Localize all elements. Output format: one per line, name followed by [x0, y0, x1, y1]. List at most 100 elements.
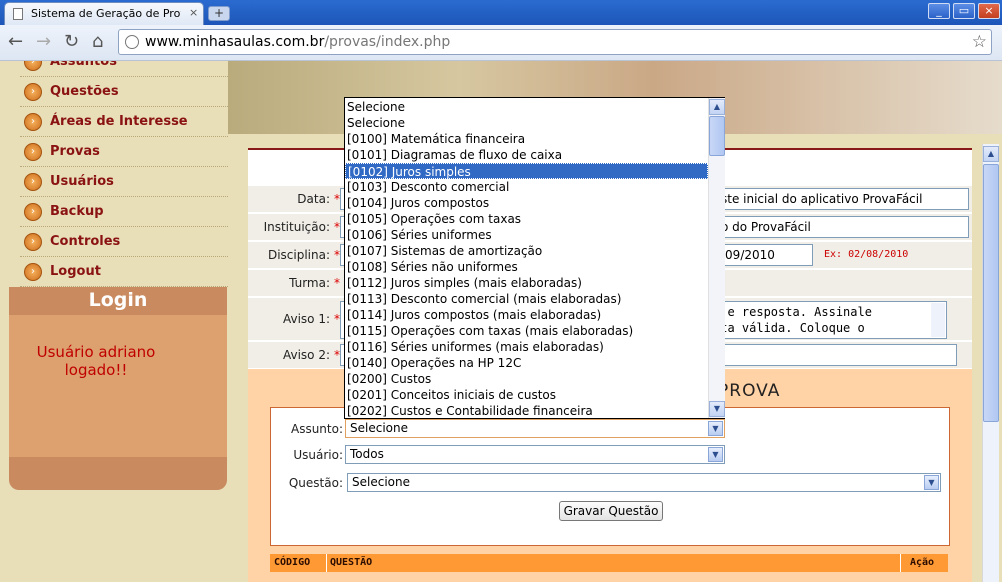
dropdown-option[interactable]: [0113] Desconto comercial (mais elaborad… — [345, 291, 708, 307]
data-label: Data: — [297, 192, 330, 206]
back-arrow-icon[interactable]: ← — [8, 32, 23, 52]
dropdown-option[interactable]: [0112] Juros simples (mais elaboradas) — [345, 275, 708, 291]
dropdown-option[interactable]: [0104] Juros compostos — [345, 195, 708, 211]
dropdown-option[interactable]: [0200] Custos — [345, 371, 708, 387]
assunto-dropdown-list[interactable]: Selecione Selecione [0100] Matemática fina… — [344, 97, 725, 419]
dropdown-option[interactable]: [0107] Sistemas de amortização — [345, 243, 708, 259]
sidebar-item-label: Backup — [50, 204, 104, 219]
chevron-right-icon: › — [24, 203, 42, 221]
required-marker: * — [334, 276, 340, 290]
chevron-right-icon: › — [24, 173, 42, 191]
aviso1-value: o e resposta. Assinale sta válida. Coloq… — [713, 305, 872, 335]
address-host: www.minhasaulas.com.br — [145, 34, 325, 50]
dropdown-option[interactable]: [0202] Custos e Contabilidade financeira — [345, 403, 708, 419]
page-icon — [13, 8, 23, 20]
scroll-down-icon[interactable]: ▼ — [709, 401, 725, 417]
gravar-questao-button[interactable]: Gravar Questão — [559, 501, 663, 521]
chevron-right-icon: › — [24, 83, 42, 101]
dropdown-option[interactable]: [0201] Conceitos iniciais de custos — [345, 387, 708, 403]
chevron-right-icon: › — [24, 233, 42, 251]
col-acao: Ação — [910, 557, 935, 568]
instituicao-label: Instituição: — [263, 220, 330, 234]
usuario-label: Usuário: — [293, 448, 343, 462]
questao-value: Selecione — [352, 475, 410, 489]
questao-row: Questão: Selecione ▼ — [271, 472, 951, 494]
prova-title: PROVA — [718, 381, 781, 401]
dropdown-scrollbar[interactable]: ▲ ▼ — [708, 98, 725, 418]
sidebar-item-questoes[interactable]: › Questões — [20, 77, 228, 107]
sidebar-item-label: Logout — [50, 264, 101, 279]
reload-icon[interactable]: ↻ — [64, 32, 79, 52]
dropdown-option[interactable]: [0100] Matemática financeira — [345, 131, 708, 147]
sidebar-item-provas[interactable]: › Provas — [20, 137, 228, 167]
home-icon[interactable]: ⌂ — [92, 32, 103, 52]
sidebar-item-backup[interactable]: › Backup — [20, 197, 228, 227]
dropdown-option[interactable]: [0108] Séries não uniformes — [345, 259, 708, 275]
maximize-icon[interactable]: ▭ — [953, 3, 975, 19]
minimize-icon[interactable]: _ — [928, 3, 950, 19]
login-panel-footer — [9, 457, 227, 490]
disciplina-input-value: /09/2010 — [721, 248, 775, 262]
turma-label: Turma: — [289, 276, 330, 290]
questao-select[interactable]: Selecione ▼ — [347, 473, 941, 492]
dropdown-option[interactable]: [0116] Séries uniformes (mais elaboradas… — [345, 339, 708, 355]
scroll-thumb[interactable] — [983, 164, 999, 422]
questao-label: Questão: — [288, 476, 343, 490]
dropdown-option[interactable]: [0106] Séries uniformes — [345, 227, 708, 243]
browser-toolbar: ← → ↻ ⌂ www.minhasaulas.com.br/provas/in… — [0, 25, 1002, 61]
dropdown-option[interactable]: [0102] Juros simples — [345, 163, 708, 179]
scroll-up-icon[interactable]: ▲ — [709, 99, 725, 115]
login-title: Login — [9, 287, 227, 315]
bookmark-star-icon[interactable]: ☆ — [972, 32, 987, 52]
sidebar-item-assuntos[interactable]: › Assuntos — [20, 61, 228, 77]
col-questao: QUESTÃO — [330, 557, 373, 568]
chevron-down-icon: ▼ — [708, 447, 723, 462]
assunto-value: Selecione — [350, 421, 408, 435]
scroll-thumb[interactable] — [709, 116, 725, 156]
window-close-icon[interactable]: × — [978, 3, 1000, 19]
usuario-select[interactable]: Todos ▼ — [345, 445, 725, 464]
dropdown-option[interactable]: Selecione — [345, 99, 708, 115]
dropdown-option[interactable]: [0103] Desconto comercial — [345, 179, 708, 195]
usuario-value: Todos — [350, 447, 384, 461]
sidebar-item-label: Áreas de Interesse — [50, 114, 188, 129]
sidebar-item-label: Assuntos — [50, 61, 117, 69]
globe-icon — [125, 35, 139, 49]
browser-titlebar: Sistema de Geração de Prov... × + _ ▭ × — [0, 0, 1002, 25]
prova-filter-box: Assunto: Selecione ▼ Usuário: Todos ▼ Ques… — [270, 407, 950, 546]
dropdown-option[interactable]: [0114] Juros compostos (mais elaboradas) — [345, 307, 708, 323]
forward-arrow-icon[interactable]: → — [36, 32, 51, 52]
assunto-select[interactable]: Selecione ▼ — [345, 419, 725, 438]
sidebar-item-areas[interactable]: › Áreas de Interesse — [20, 107, 228, 137]
chevron-down-icon: ▼ — [924, 475, 939, 490]
dropdown-option[interactable]: [0140] Operações na HP 12C — [345, 355, 708, 371]
new-tab-button[interactable]: + — [208, 6, 230, 21]
address-bar[interactable]: www.minhasaulas.com.br/provas/index.php … — [118, 29, 992, 55]
page-scrollbar[interactable]: ▲ — [982, 144, 999, 582]
browser-tab[interactable]: Sistema de Geração de Prov... × — [4, 2, 204, 25]
tab-title: Sistema de Geração de Prov... — [31, 7, 181, 20]
questions-table-header: CÓDIGO QUESTÃO Ação — [270, 554, 948, 572]
textarea-scrollbar[interactable] — [931, 303, 945, 337]
tab-close-icon[interactable]: × — [189, 6, 198, 19]
aviso1-label: Aviso 1: — [282, 312, 330, 326]
sidebar-item-logout[interactable]: › Logout — [20, 257, 228, 287]
scroll-up-icon[interactable]: ▲ — [983, 146, 999, 162]
dropdown-option[interactable]: [0115] Operações com taxas (mais elabora… — [345, 323, 708, 339]
dropdown-option[interactable]: Selecione — [345, 115, 708, 131]
chevron-right-icon: › — [24, 263, 42, 281]
login-panel: Usuário adriano logado!! — [9, 315, 227, 457]
date-format-hint: Ex: 02/08/2010 — [824, 249, 909, 260]
chevron-right-icon: › — [24, 143, 42, 161]
dropdown-option[interactable]: [0105] Operações com taxas — [345, 211, 708, 227]
sidebar-item-label: Questões — [50, 84, 119, 99]
sidebar-item-controles[interactable]: › Controles — [20, 227, 228, 257]
sidebar-item-label: Provas — [50, 144, 100, 159]
sidebar-item-usuarios[interactable]: › Usuários — [20, 167, 228, 197]
chevron-right-icon: › — [24, 113, 42, 131]
dropdown-option[interactable]: [0101] Diagramas de fluxo de caixa — [345, 147, 708, 163]
chevron-down-icon: ▼ — [708, 421, 723, 436]
login-status-message: Usuário adriano logado!! — [36, 343, 156, 379]
assunto-label: Assunto: — [290, 422, 343, 436]
disciplina-label: Disciplina: — [267, 248, 330, 262]
